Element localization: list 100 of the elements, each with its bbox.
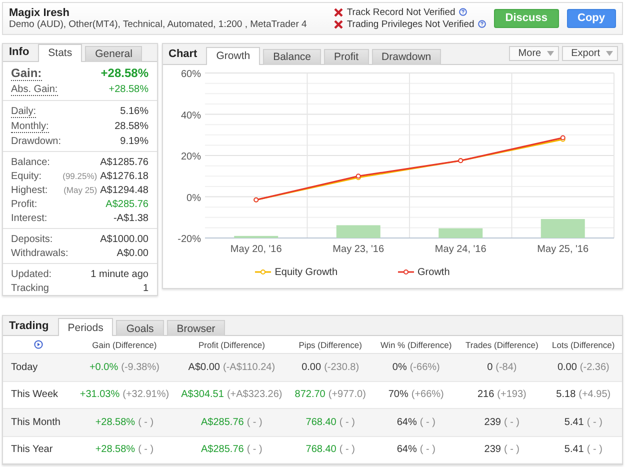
cell-difference: (-66%) xyxy=(410,362,440,373)
axis-tick-label: 20% xyxy=(180,151,200,162)
stat-label: Deposits: xyxy=(11,234,53,245)
axis-tick-label: -20% xyxy=(177,234,200,245)
stat-value: 9.19% xyxy=(120,136,148,147)
stat-label: Balance: xyxy=(11,156,50,168)
cell-difference: ( - ) xyxy=(504,444,520,456)
stat-value: 5.16% xyxy=(120,106,148,117)
cell-value: 872.70 xyxy=(294,389,326,400)
stat-label: Gain: xyxy=(11,66,42,81)
cell-value: 5.18 xyxy=(556,389,576,400)
cell-value: 0.00 xyxy=(557,362,577,373)
cell-difference: ( - ) xyxy=(138,444,154,456)
legend-label: Equity Growth xyxy=(274,266,338,278)
cell-difference: ( - ) xyxy=(339,416,355,428)
cell-difference: (+32.91%) xyxy=(122,389,170,400)
stat-label: Daily: xyxy=(11,106,36,118)
panel-title: Trading xyxy=(8,320,50,332)
stat-label: Highest: xyxy=(11,184,48,196)
stat-label: Updated: xyxy=(11,268,52,280)
cell-value: A$304.51 xyxy=(181,389,224,400)
cell-difference: ( - ) xyxy=(246,444,262,456)
stat-label: Tracking xyxy=(11,282,49,294)
cell-difference: ( - ) xyxy=(586,444,602,456)
cell-difference: ( - ) xyxy=(586,416,602,428)
cell-value: 0 xyxy=(487,362,493,373)
axis-tick-label: 40% xyxy=(180,110,200,121)
stat-value: A$1000.00 xyxy=(100,234,148,245)
axis-tick-label: 0% xyxy=(186,192,200,204)
stat-value: A$1276.18 xyxy=(100,170,148,182)
verification-status: Track Record Not Verified xyxy=(346,6,456,18)
cell-value: 216 xyxy=(477,389,494,400)
stat-label: Profit: xyxy=(11,198,38,210)
stat-value: 1 minute ago xyxy=(90,268,148,280)
axis-tick-label: May 25, '16 xyxy=(536,244,588,255)
cell-difference: ( - ) xyxy=(339,444,355,456)
cell-difference: ( - ) xyxy=(420,416,436,428)
period-cell: This Year xyxy=(3,436,73,464)
period-cell: This Week xyxy=(3,382,73,409)
stat-value: -A$1.38 xyxy=(113,212,148,224)
stat-value: A$285.76 xyxy=(106,198,148,210)
stat-value: +28.58% xyxy=(108,84,148,95)
stat-label: Interest: xyxy=(11,212,48,224)
cell-difference: ( - ) xyxy=(246,416,262,428)
panel-title: Chart xyxy=(168,48,198,60)
cell-value: A$285.76 xyxy=(201,416,244,428)
axis-tick-label: May 23, '16 xyxy=(332,244,384,255)
cell-value: 239 xyxy=(484,416,501,428)
stat-label: Equity: xyxy=(11,170,42,182)
cell-difference: (-9.38%) xyxy=(121,362,160,373)
cell-value: +31.03% xyxy=(80,389,120,400)
stat-label: Monthly: xyxy=(11,120,49,133)
cell-value: 768.40 xyxy=(306,416,336,428)
cell-difference: (-230.8) xyxy=(324,362,360,373)
account-title: Magix Iresh xyxy=(9,6,71,19)
cell-value: A$0.00 xyxy=(188,362,220,373)
cell-value: +28.58% xyxy=(95,444,136,456)
cell-difference: (-2.36) xyxy=(580,362,610,373)
stat-label: Abs. Gain: xyxy=(11,84,58,96)
cell-value: 64% xyxy=(396,416,417,428)
stat-value: +28.58% xyxy=(100,66,148,80)
cell-value: 0% xyxy=(392,362,407,373)
stat-label: Drawdown: xyxy=(11,136,62,147)
axis-tick-label: May 20, '16 xyxy=(230,244,282,255)
cell-difference: ( - ) xyxy=(138,416,154,428)
cell-value: +28.58% xyxy=(95,416,136,428)
cell-difference: (-84) xyxy=(496,362,517,373)
cell-value: 70% xyxy=(388,389,408,400)
cell-difference: (+66%) xyxy=(411,389,444,400)
cell-value: 5.41 xyxy=(564,416,584,428)
cell-difference: (+193) xyxy=(497,389,526,400)
period-cell: This Month xyxy=(3,409,73,436)
period-cell: Today xyxy=(3,354,73,382)
cell-value: 64% xyxy=(396,444,417,456)
stat-value: 28.58% xyxy=(114,120,148,132)
verification-status: Trading Privileges Not Verified xyxy=(346,18,474,30)
cell-value: 768.40 xyxy=(306,444,336,456)
cell-difference: (+A$323.26) xyxy=(226,389,282,400)
cell-difference: (+977.0) xyxy=(328,389,366,400)
account-subtitle: Demo (AUD), Other(MT4), Technical, Automated, 1:200 , MetaTrader 4 xyxy=(9,18,308,30)
stat-value: A$0.00 xyxy=(116,248,148,259)
stat-value: A$1285.76 xyxy=(100,156,148,168)
cell-difference: (+4.95) xyxy=(578,389,611,400)
axis-tick-label: May 24, '16 xyxy=(434,244,486,255)
cell-value: 239 xyxy=(484,444,501,456)
cell-value: A$285.76 xyxy=(201,444,244,456)
cell-difference: ( - ) xyxy=(420,444,436,456)
cell-value: 5.41 xyxy=(564,444,584,456)
stat-value: A$1294.48 xyxy=(100,184,148,196)
cell-value: 0.00 xyxy=(302,362,322,373)
stat-note: (May 25) xyxy=(64,184,98,195)
legend-label: Growth xyxy=(418,266,450,278)
stat-note: (99.25%) xyxy=(62,170,98,181)
cell-difference: (-A$110.24) xyxy=(223,362,276,373)
cell-value: +0.0% xyxy=(89,362,118,373)
axis-tick-label: 60% xyxy=(180,68,200,80)
cell-difference: ( - ) xyxy=(504,416,520,428)
panel-title: Info xyxy=(8,46,30,58)
stat-label: Withdrawals: xyxy=(11,248,68,259)
stat-value: 1 xyxy=(142,282,148,294)
